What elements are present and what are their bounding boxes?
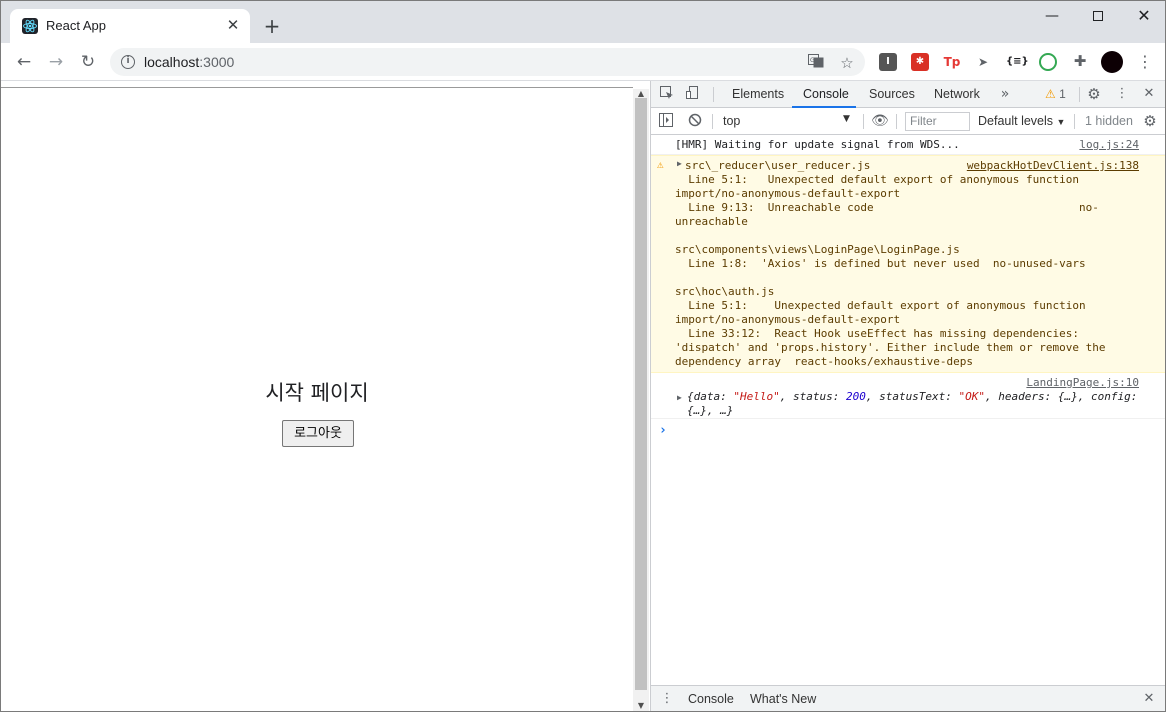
expand-triangle-icon[interactable]: ▶ [677, 393, 682, 402]
page-title: 시작 페이지 [265, 381, 369, 405]
warning-icon: ⚠ [657, 158, 664, 171]
extension-2-icon[interactable]: ✱ [911, 53, 929, 71]
devtools-tabbar: Elements Console Sources Network » ⚠ 1 ⚙… [651, 81, 1165, 108]
tab-elements[interactable]: Elements [732, 87, 784, 101]
page-divider [1, 87, 633, 88]
back-button[interactable]: ← [12, 50, 36, 74]
minimize-button[interactable]: — [1029, 5, 1075, 27]
browser-window: React App ✕ + — ✕ ← → ↻ i localhost:3000… [0, 0, 1166, 712]
close-window-button[interactable]: ✕ [1121, 5, 1165, 27]
console-filter-input[interactable]: Filter [905, 112, 970, 131]
console-prompt-icon[interactable]: › [659, 423, 667, 438]
logout-button[interactable]: 로그아웃 [282, 420, 354, 447]
log-levels-dropdown[interactable]: Default levels ▼ [978, 114, 1065, 128]
drawer-menu-icon[interactable]: ⋮ [659, 691, 675, 707]
console-message: LandingPage.js:10 ▶ {data: "Hello", stat… [651, 373, 1165, 419]
console-toolbar: top ▼ 👁 Filter Default levels ▼ 1 hidden… [651, 108, 1165, 135]
message-source-link[interactable]: LandingPage.js:10 [1026, 376, 1139, 390]
browser-menu-icon[interactable]: ⋮ [1137, 51, 1153, 73]
new-tab-button[interactable]: + [260, 15, 284, 39]
tab-close-icon[interactable]: ✕ [224, 16, 242, 34]
react-favicon-icon [22, 18, 38, 34]
devtools-menu-icon[interactable]: ⋮ [1114, 86, 1130, 102]
address-bar[interactable]: i localhost:3000 G ☆ [110, 48, 865, 76]
hidden-messages-count: 1 hidden [1085, 114, 1133, 128]
browser-toolbar: ← → ↻ i localhost:3000 G ☆ I ✱ Tp ➤ {≡} … [1, 43, 1165, 81]
settings-gear-icon[interactable]: ⚙ [1086, 86, 1102, 102]
url-text: localhost:3000 [144, 54, 235, 70]
forward-button[interactable]: → [44, 50, 68, 74]
extension-circle-icon[interactable] [1039, 53, 1057, 71]
live-expression-eye-icon[interactable]: 👁 [871, 113, 889, 129]
page-viewport: 시작 페이지 로그아웃 ▲ ▼ [1, 81, 649, 711]
more-tabs-icon[interactable]: » [997, 86, 1013, 102]
tab-network[interactable]: Network [934, 87, 980, 101]
maximize-button[interactable] [1075, 5, 1121, 27]
site-info-icon[interactable]: i [121, 55, 135, 69]
tab-strip: React App ✕ + — ✕ [1, 1, 1165, 43]
tab-sources[interactable]: Sources [869, 87, 915, 101]
context-selector[interactable]: top [723, 114, 853, 128]
close-drawer-icon[interactable]: ✕ [1141, 691, 1157, 707]
warning-text: src\_reducer\user_reducer.js Line 5:1: U… [675, 159, 1106, 368]
scroll-down-icon[interactable]: ▼ [633, 701, 649, 711]
context-dropdown-icon[interactable]: ▼ [843, 114, 850, 124]
browser-tab[interactable]: React App ✕ [10, 9, 250, 43]
warning-icon: ⚠ [1045, 87, 1056, 101]
message-text: [HMR] Waiting for update signal from WDS… [675, 138, 960, 151]
drawer-tab-console[interactable]: Console [688, 692, 734, 706]
svg-text:G: G [810, 57, 815, 64]
extension-cursor-icon[interactable]: ➤ [974, 53, 992, 71]
inspect-element-icon[interactable] [659, 86, 675, 102]
translate-icon[interactable]: G [807, 54, 825, 70]
tab-title: React App [46, 18, 106, 33]
devtools-drawer: ⋮ Console What's New ✕ [651, 685, 1165, 711]
bookmark-star-icon[interactable]: ☆ [838, 54, 856, 72]
reload-button[interactable]: ↻ [76, 50, 100, 74]
close-devtools-icon[interactable]: ✕ [1141, 86, 1157, 102]
profile-avatar[interactable] [1101, 51, 1123, 73]
extension-tp-icon[interactable]: Tp [943, 53, 961, 71]
tab-console[interactable]: Console [803, 87, 849, 101]
drawer-tab-whats-new[interactable]: What's New [750, 692, 816, 706]
console-settings-icon[interactable]: ⚙ [1142, 113, 1158, 129]
response-object-preview[interactable]: {data: "Hello", status: 200, statusText:… [687, 390, 1137, 404]
message-source-link[interactable]: webpackHotDevClient.js:138 [967, 159, 1139, 173]
response-object-preview-cont: {…}, …} [687, 404, 734, 417]
console-message: [HMR] Waiting for update signal from WDS… [651, 135, 1165, 155]
scrollbar-thumb[interactable] [635, 98, 647, 690]
extension-1-icon[interactable]: I [879, 53, 897, 71]
extensions-puzzle-icon[interactable]: ✚ [1071, 52, 1089, 70]
devtools-panel: Elements Console Sources Network » ⚠ 1 ⚙… [650, 81, 1165, 711]
device-toolbar-icon[interactable] [685, 86, 701, 102]
clear-console-icon[interactable] [687, 113, 703, 129]
console-output: [HMR] Waiting for update signal from WDS… [651, 135, 1165, 685]
page-scrollbar[interactable]: ▲ ▼ [633, 89, 649, 711]
console-warning-message: ⚠ ▶ src\_reducer\user_reducer.js Line 5:… [651, 155, 1165, 373]
warning-counter[interactable]: ⚠ 1 [1045, 87, 1066, 101]
extension-json-icon[interactable]: {≡} [1006, 53, 1029, 71]
show-sidebar-icon[interactable] [658, 113, 674, 129]
message-source-link[interactable]: log.js:24 [1079, 138, 1139, 152]
